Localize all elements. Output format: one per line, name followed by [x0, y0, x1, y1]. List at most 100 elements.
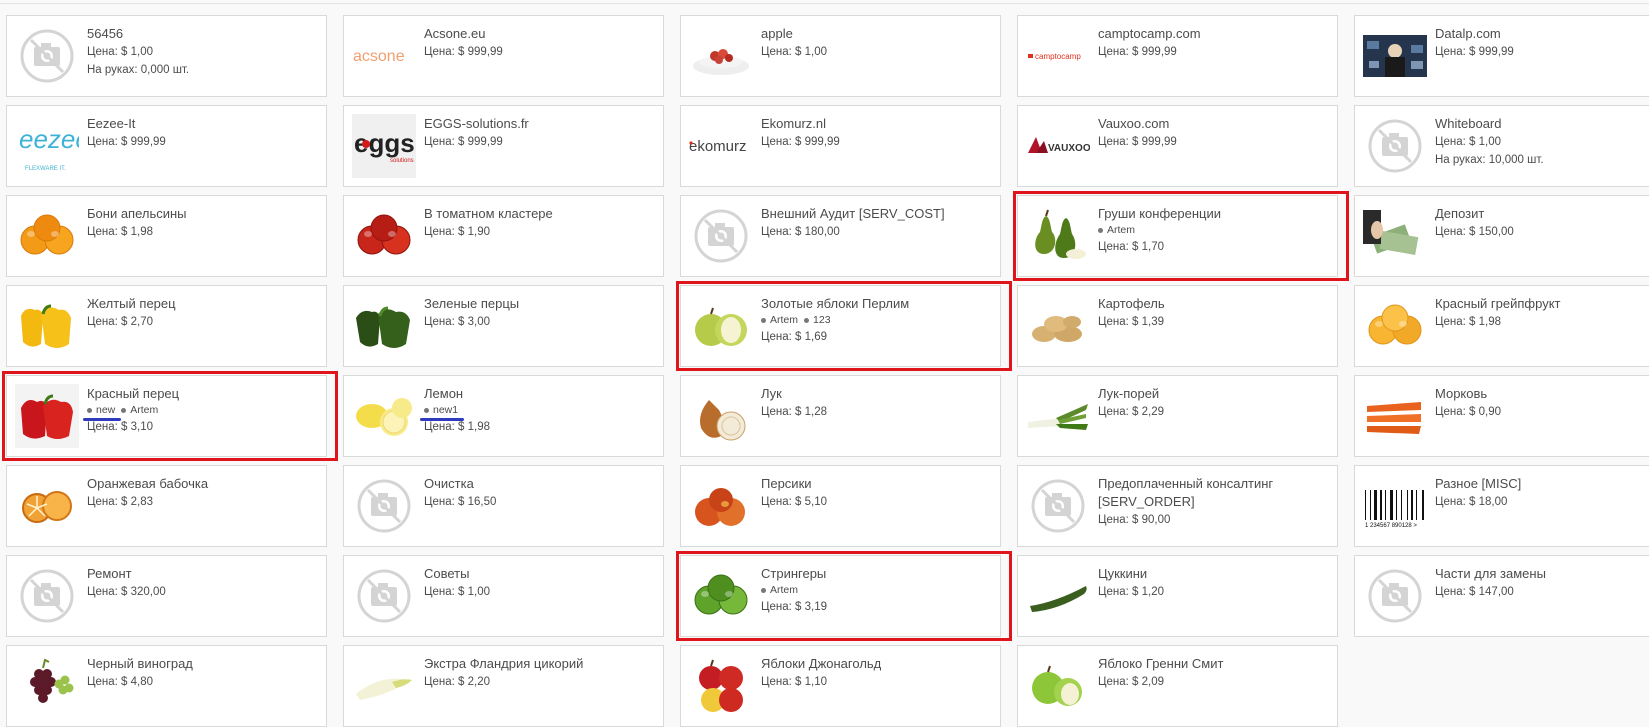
product-card[interactable]: Whiteboard Цена: $ 1,00 На руках: 10,000 ш… [1354, 105, 1649, 187]
product-card[interactable]: Лук Цена: $ 1,28 [680, 375, 1001, 457]
price-value: $ 999,99 [121, 136, 166, 148]
product-price: Цена: $ 1,70 [1098, 238, 1329, 256]
eezee-it-logo: eezee FLEXWARE IT. [15, 114, 79, 178]
product-card[interactable]: Морковь Цена: $ 0,90 [1354, 375, 1649, 457]
product-card[interactable]: Золотые яблоки Перлим Artem 123 Цена: $ 1,6… [676, 281, 1012, 371]
product-name: Очистка [424, 476, 474, 491]
product-card[interactable]: 56456 Цена: $ 1,00 На руках: 0,000 шт. [6, 15, 327, 97]
product-price: Цена: $ 2,29 [1098, 403, 1329, 421]
product-card[interactable]: Советы Цена: $ 1,00 [343, 555, 664, 637]
product-price: Цена: $ 1,90 [424, 223, 655, 241]
price-value: $ 1,70 [1132, 241, 1165, 253]
price-label: Цена: [424, 46, 459, 58]
product-card[interactable]: Стрингеры Artem Цена: $ 3,19 [676, 551, 1012, 641]
product-card[interactable]: Лук-порей Цена: $ 2,29 [1017, 375, 1338, 457]
product-card[interactable]: Ремонт Цена: $ 320,00 [6, 555, 327, 637]
product-price: Цена: $ 2,70 [87, 313, 318, 331]
product-name: Ekomurz.nl [761, 116, 827, 131]
product-card[interactable]: VAUXOO Vauxoo.com Цена: $ 999,99 [1017, 105, 1338, 187]
tag-label: Artem [1107, 224, 1136, 236]
product-name: Картофель [1098, 296, 1165, 311]
product-card[interactable]: ekomurz Ekomurz.nl Цена: $ 999,99 [680, 105, 1001, 187]
product-name: Яблоки Джонагольд [761, 656, 882, 671]
product-card[interactable]: Красный перец new Artem Цена: $ 3,10 [2, 371, 338, 461]
product-card[interactable]: Черный виноград Цена: $ 4,80 [6, 645, 327, 727]
product-card[interactable]: В томатном кластере Цена: $ 1,90 [343, 195, 664, 277]
product-price: Цена: $ 150,00 [1435, 223, 1649, 241]
product-name: Предоплаченный консалтинг [SERV_ORDER] [1098, 476, 1274, 509]
product-card[interactable]: Цуккини Цена: $ 1,20 [1017, 555, 1338, 637]
product-name: EGGS-solutions.fr [424, 116, 529, 131]
product-card[interactable]: Datalp.com Цена: $ 999,99 [1354, 15, 1649, 97]
product-card[interactable]: Желтый перец Цена: $ 2,70 [6, 285, 327, 367]
price-value: $ 999,99 [1132, 136, 1177, 148]
product-card[interactable]: Оранжевая бабочка Цена: $ 2,83 [6, 465, 327, 547]
tag-label: Artem [770, 584, 799, 596]
price-value: $ 18,00 [1469, 496, 1508, 508]
product-card[interactable]: acsone Acsone.eu Цена: $ 999,99 [343, 15, 664, 97]
orange-slices-image [15, 474, 79, 538]
product-price: Цена: $ 0,90 [1435, 403, 1649, 421]
product-name: Депозит [1435, 206, 1485, 221]
vauxoo-logo: VAUXOO [1026, 114, 1090, 178]
product-card[interactable]: Яблоко Гренни Смит Цена: $ 2,09 [1017, 645, 1338, 727]
product-card[interactable]: Зеленые перцы Цена: $ 3,00 [343, 285, 664, 367]
price-value: $ 999,99 [1469, 46, 1514, 58]
svg-text:FLEXWARE IT.: FLEXWARE IT. [25, 166, 66, 172]
tag-dot-icon [1098, 227, 1103, 233]
red-pepper-image [15, 384, 79, 448]
product-price: Цена: $ 999,99 [1098, 133, 1329, 151]
price-label: Цена: [1098, 241, 1133, 253]
product-name: Стрингеры [761, 566, 827, 581]
price-value: $ 1,69 [795, 331, 828, 343]
product-card[interactable]: Персики Цена: $ 5,10 [680, 465, 1001, 547]
product-name: Груши конференции [1098, 206, 1221, 221]
no-image-icon [1363, 564, 1427, 628]
price-value: $ 150,00 [1469, 226, 1514, 238]
product-card[interactable]: Яблоки Джонагольд Цена: $ 1,10 [680, 645, 1001, 727]
product-card[interactable]: apple Цена: $ 1,00 [680, 15, 1001, 97]
price-label: Цена: [761, 406, 796, 418]
product-card[interactable]: Лемон new1 Цена: $ 1,98 [343, 375, 664, 457]
product-tag: Artem [121, 403, 158, 417]
product-card[interactable]: eezee FLEXWARE IT. Eezee-It Цена: $ 999,99 [6, 105, 327, 187]
product-card[interactable]: Экстра Фландрия цикорий Цена: $ 2,20 [343, 645, 664, 727]
price-label: Цена: [761, 601, 796, 613]
product-card[interactable]: Груши конференции Artem Цена: $ 1,70 [1013, 191, 1349, 281]
price-label: Цена: [424, 586, 459, 598]
product-card[interactable]: 1 234567 890128 > Разное [MISC] Цена: $ 18… [1354, 465, 1649, 547]
product-card[interactable]: camptocamp camptocamp.com Цена: $ 999,99 [1017, 15, 1338, 97]
product-name: Лук [761, 386, 782, 401]
price-label: Цена: [761, 46, 796, 58]
oranges-image [15, 204, 79, 268]
product-card[interactable]: Бони апельсины Цена: $ 1,98 [6, 195, 327, 277]
tag-dot-icon [87, 407, 92, 413]
product-name: Оранжевая бабочка [87, 476, 209, 491]
price-label: Цена: [1098, 514, 1133, 526]
tag-underline-mark [420, 418, 465, 421]
product-card[interactable]: Части для замены Цена: $ 147,00 [1354, 555, 1649, 637]
price-value: $ 16,50 [458, 496, 497, 508]
product-card[interactable]: Красный грейпфрукт Цена: $ 1,98 [1354, 285, 1649, 367]
product-tags: Artem 123 [761, 313, 992, 327]
product-card[interactable]: Депозит Цена: $ 150,00 [1354, 195, 1649, 277]
potatoes-image [1026, 294, 1090, 358]
product-name: Цуккини [1098, 566, 1148, 581]
product-card[interactable]: Внешний Аудит [SERV_COST] Цена: $ 180,00 [680, 195, 1001, 277]
product-price: Цена: $ 2,20 [424, 673, 655, 691]
product-card[interactable]: eggs solutions EGGS-solutions.fr Цена: $ … [343, 105, 664, 187]
product-name: Золотые яблоки Перлим [761, 296, 910, 311]
product-name: apple [761, 26, 793, 41]
price-label: Цена: [87, 226, 122, 238]
onhand-label: На руках: [1435, 154, 1489, 166]
product-name: Ремонт [87, 566, 132, 581]
product-price: Цена: $ 320,00 [87, 583, 318, 601]
price-value: $ 2,83 [121, 496, 154, 508]
product-card[interactable]: Очистка Цена: $ 16,50 [343, 465, 664, 547]
svg-text:acsone: acsone [353, 48, 405, 65]
product-tag: Artem [761, 583, 798, 597]
product-tag: Artem [761, 313, 798, 327]
svg-text:solutions: solutions [390, 158, 414, 164]
product-card[interactable]: Предоплаченный консалтинг [SERV_ORDER] Це… [1017, 465, 1338, 547]
product-card[interactable]: Картофель Цена: $ 1,39 [1017, 285, 1338, 367]
